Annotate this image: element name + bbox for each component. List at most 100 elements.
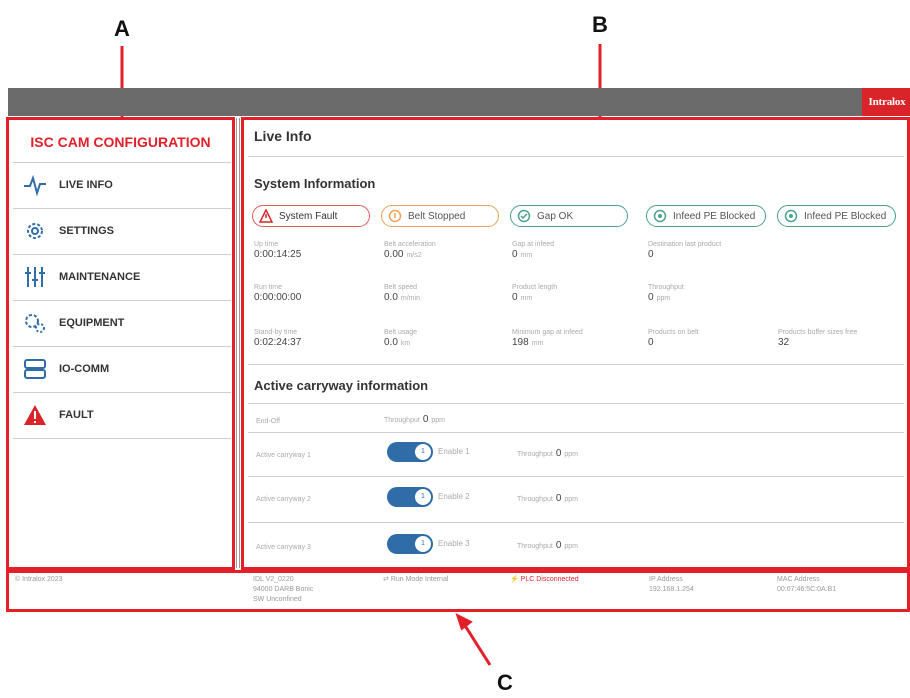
toggle-knob: 1 — [415, 489, 431, 505]
intralox-logo: Intralox — [862, 88, 910, 116]
warning-icon — [24, 405, 46, 425]
carryway-1-throughput: Throughput 0 ppm — [517, 448, 578, 459]
metric-minimum-gap-at-infeed: Minimum gap at infeed 198 mm — [512, 328, 632, 350]
metric-label: Belt usage — [384, 329, 418, 336]
version-line-3: SW Unconfined — [253, 596, 302, 603]
metric-destination-last-product: Destination last product 0 — [648, 240, 768, 262]
throughput-value: 0 — [555, 540, 562, 551]
status-label: Gap OK — [537, 210, 574, 222]
metric-label: Product length — [512, 284, 558, 291]
status-infeed-pe-blocked-2: Infeed PE Blocked — [777, 205, 896, 227]
sidebar-item-equipment[interactable]: EQUIPMENT — [13, 301, 231, 347]
carryway-3-throughput: Throughput 0 ppm — [517, 540, 578, 551]
status-label: Belt Stopped — [408, 210, 466, 222]
status-label: Infeed PE Blocked — [673, 210, 756, 222]
metric-label: Destination last product — [648, 241, 722, 248]
carryway-2-throughput: Throughput 0 ppm — [517, 493, 578, 504]
metric-unit: mm — [520, 295, 533, 302]
enable-2-toggle[interactable]: 1 — [387, 487, 433, 507]
plc-status: ⚡ PLC Disconnected — [510, 575, 579, 584]
info-circle-icon — [388, 209, 402, 223]
throughput-value: 0 — [555, 493, 562, 504]
server-icon — [24, 359, 46, 379]
run-mode-icon: ⇄ — [383, 576, 391, 583]
copyright: © Intralox 2023 — [15, 576, 63, 583]
sidebar-item-fault[interactable]: FAULT — [13, 393, 231, 439]
metric-unit: m/s2 — [406, 252, 422, 259]
plc-status-label: PLC Disconnected — [520, 576, 579, 583]
metric-label: Up time — [254, 241, 279, 248]
ip-address-label: IP Address — [649, 576, 683, 583]
divider — [248, 522, 904, 523]
metric-value: 0 — [512, 292, 518, 303]
metric-products-buffer-sizes-free: Products buffer sizes free 32 — [778, 328, 898, 350]
divider — [248, 403, 904, 404]
metric-value: 0 — [648, 292, 654, 303]
metric-value: 0:00:00:00 — [254, 292, 302, 303]
metric-unit: mm — [531, 340, 544, 347]
plc-disconnected-icon: ⚡ — [510, 576, 521, 583]
enable-3-label: Enable 3 — [438, 539, 470, 548]
gear-icon — [27, 223, 43, 239]
metric-label: Throughput — [648, 284, 684, 291]
metric-unit: mm — [520, 252, 533, 259]
sidebar-item-live-info[interactable]: LIVE INFO — [13, 163, 231, 209]
sidebar-title: ISC CAM CONFIGURATION — [30, 134, 211, 150]
metric-unit: km — [400, 340, 411, 347]
sidebar-item-label: LIVE INFO — [59, 179, 113, 191]
carryway-1-label: Active carryway 1 — [256, 452, 311, 459]
end-off-label: End-Off — [256, 418, 280, 425]
carryway-2-label: Active carryway 2 — [256, 496, 311, 503]
toggle-knob: 1 — [415, 536, 431, 552]
throughput-label: Throughput — [517, 543, 553, 550]
arrow-c-line — [462, 623, 492, 666]
metric-value: 0:02:24:37 — [254, 337, 302, 348]
metric-unit: ppm — [656, 295, 671, 302]
sidebar-item-label: SETTINGS — [59, 225, 115, 237]
check-circle-icon — [517, 209, 531, 223]
enable-1-toggle[interactable]: 1 — [387, 442, 433, 462]
throughput-value: 0 — [555, 448, 562, 459]
main-panel-b: Live Info System Information System Faul… — [241, 117, 910, 570]
callout-c: C — [497, 670, 513, 695]
carryway-title: Active carryway information — [254, 378, 429, 393]
metric-label: Gap at infeed — [512, 241, 555, 248]
sidebar-item-maintenance[interactable]: MAINTENANCE — [13, 255, 231, 301]
metric-product-length: Product length 0 mm — [512, 283, 632, 305]
metric-run-time: Run time 0:00:00:00 — [254, 283, 374, 305]
sidebar-divider — [236, 118, 240, 568]
status-gap-ok: Gap OK — [510, 205, 628, 227]
callout-a: A — [114, 16, 130, 41]
metric-value: 0.00 — [384, 249, 404, 260]
status-system-fault: System Fault — [252, 205, 370, 227]
throughput-unit: ppm — [564, 496, 578, 503]
metric-stand-by-time: Stand-by time 0:02:24:37 — [254, 328, 374, 350]
sidebar-item-label: IO-COMM — [59, 363, 110, 375]
metric-products-on-belt: Products on belt 0 — [648, 328, 768, 350]
mac-address-value: 00:07:46:5C:0A:B1 — [777, 586, 837, 593]
carryway-3-label: Active carryway 3 — [256, 544, 311, 551]
run-mode-label: Run Mode Internal — [390, 576, 449, 583]
metric-value: 0.0 — [384, 337, 398, 348]
throughput-value: 0 — [422, 414, 429, 425]
mac-address-label: MAC Address — [777, 576, 820, 583]
throughput-label: Throughput — [517, 451, 553, 458]
divider — [248, 364, 904, 365]
sidebar-item-label: MAINTENANCE — [59, 271, 141, 283]
divider — [248, 432, 904, 433]
top-bar: Intralox — [8, 88, 910, 116]
status-belt-stopped: Belt Stopped — [381, 205, 499, 227]
warning-outline-icon — [259, 209, 273, 223]
metric-throughput: Throughput 0 ppm — [648, 283, 768, 305]
throughput-label: Throughput — [384, 417, 420, 424]
metric-label: Run time — [254, 284, 283, 291]
metric-label: Belt acceleration — [384, 241, 436, 248]
enable-3-toggle[interactable]: 1 — [387, 534, 433, 554]
gears-icon — [25, 314, 45, 333]
divider — [248, 476, 904, 477]
version-line-2: 94000 DARB Bonic — [253, 586, 314, 593]
sidebar-item-settings[interactable]: SETTINGS — [13, 209, 231, 255]
sidebar-item-io-comm[interactable]: IO-COMM — [13, 347, 231, 393]
sidebar-item-label: EQUIPMENT — [59, 317, 125, 329]
target-circle-icon — [653, 209, 667, 223]
